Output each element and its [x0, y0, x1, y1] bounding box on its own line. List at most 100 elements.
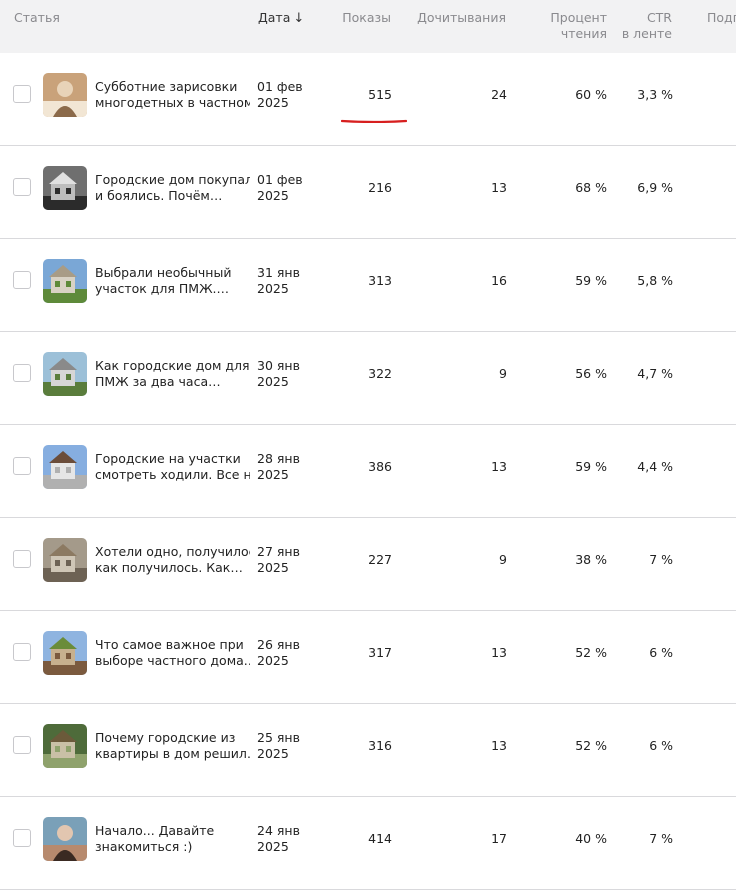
- table-row[interactable]: Субботние зарисовки многодетных в частно…: [0, 53, 736, 146]
- column-header-subscriptions[interactable]: Подп: [707, 10, 736, 26]
- article-title[interactable]: Что самое важное при выборе частного дом…: [95, 637, 250, 669]
- article-date: 01 фев 2025: [257, 79, 303, 111]
- column-header-date[interactable]: Дата ↓: [258, 10, 304, 27]
- article-date-day: 24 янв: [257, 823, 300, 838]
- article-date-year: 2025: [257, 560, 289, 575]
- read-percent-value: 60 %: [575, 87, 607, 102]
- read-through-value: 9: [499, 552, 507, 567]
- column-header-ctr-line1: CTR: [646, 10, 672, 25]
- house-icon[interactable]: [43, 538, 87, 582]
- article-date-day: 26 янв: [257, 637, 300, 652]
- article-title[interactable]: Почему городские из квартиры в дом решил…: [95, 730, 250, 762]
- views-value: 515: [368, 87, 392, 102]
- article-title-line2: знакомиться :): [95, 839, 193, 854]
- article-title-line2: смотреть ходили. Все н…: [95, 467, 250, 482]
- row-checkbox[interactable]: [13, 550, 31, 568]
- row-checkbox[interactable]: [13, 271, 31, 289]
- column-header-read-through[interactable]: Дочитывания: [405, 10, 506, 26]
- ctr-value: 6,9 %: [637, 180, 673, 195]
- article-date-day: 31 янв: [257, 265, 300, 280]
- read-percent-value: 52 %: [575, 645, 607, 660]
- article-title-line2: участок для ПМЖ.…: [95, 281, 230, 296]
- column-header-ctr[interactable]: CTR в ленте: [600, 10, 672, 42]
- article-title-line1: Субботние зарисовки: [95, 79, 238, 94]
- article-title[interactable]: Хотели одно, получилось как получилось. …: [95, 544, 250, 576]
- read-through-value: 16: [491, 273, 507, 288]
- article-title-line2: квартиры в дом решил…: [95, 746, 250, 761]
- ctr-value: 7 %: [649, 831, 673, 846]
- column-header-read-percent[interactable]: Процент чтения: [530, 10, 607, 42]
- table-row[interactable]: Городские на участки смотреть ходили. Вс…: [0, 425, 736, 518]
- ctr-value: 5,8 %: [637, 273, 673, 288]
- article-title-line1: Как городские дом для: [95, 358, 250, 373]
- views-value: 322: [368, 366, 392, 381]
- house-icon[interactable]: [43, 724, 87, 768]
- ctr-value: 4,7 %: [637, 366, 673, 381]
- ctr-value: 6 %: [649, 645, 673, 660]
- ctr-value: 3,3 %: [637, 87, 673, 102]
- read-percent-value: 38 %: [575, 552, 607, 567]
- column-header-ctr-line2: в ленте: [621, 26, 672, 41]
- article-title-line2: ПМЖ за два часа…: [95, 374, 221, 389]
- table-row[interactable]: Хотели одно, получилось как получилось. …: [0, 518, 736, 611]
- read-percent-value: 59 %: [575, 273, 607, 288]
- article-date: 24 янв 2025: [257, 823, 300, 855]
- article-date-year: 2025: [257, 374, 289, 389]
- row-checkbox[interactable]: [13, 85, 31, 103]
- article-title-line1: Городские дом покупали: [95, 172, 250, 187]
- column-header-views[interactable]: Показы: [332, 10, 391, 26]
- table-row[interactable]: Городские дом покупали и боялись. Почём……: [0, 146, 736, 239]
- table-row[interactable]: Что самое важное при выборе частного дом…: [0, 611, 736, 704]
- article-date-day: 30 янв: [257, 358, 300, 373]
- table-header: Статья Дата ↓ Показы Дочитывания Процент …: [0, 0, 736, 53]
- article-date-day: 01 фев: [257, 172, 303, 187]
- house-icon[interactable]: [43, 166, 87, 210]
- row-checkbox[interactable]: [13, 643, 31, 661]
- article-title[interactable]: Как городские дом для ПМЖ за два часа…: [95, 358, 250, 390]
- column-header-date-label: Дата: [258, 10, 291, 25]
- views-value: 386: [368, 459, 392, 474]
- row-checkbox[interactable]: [13, 736, 31, 754]
- read-through-value: 24: [491, 87, 507, 102]
- ctr-value: 7 %: [649, 552, 673, 567]
- read-through-value: 13: [491, 459, 507, 474]
- column-header-read-percent-line1: Процент: [550, 10, 607, 25]
- row-checkbox[interactable]: [13, 457, 31, 475]
- house-icon[interactable]: [43, 631, 87, 675]
- house-icon[interactable]: [43, 259, 87, 303]
- table-row[interactable]: Начало... Давайте знакомиться :) 24 янв …: [0, 797, 736, 890]
- table-row[interactable]: Выбрали необычный участок для ПМЖ.… 31 я…: [0, 239, 736, 332]
- table-row[interactable]: Почему городские из квартиры в дом решил…: [0, 704, 736, 797]
- column-header-article[interactable]: Статья: [14, 10, 60, 26]
- article-date-year: 2025: [257, 746, 289, 761]
- article-title[interactable]: Выбрали необычный участок для ПМЖ.…: [95, 265, 250, 297]
- read-percent-value: 56 %: [575, 366, 607, 381]
- article-date: 01 фев 2025: [257, 172, 303, 204]
- house-icon[interactable]: [43, 352, 87, 396]
- portrait-icon[interactable]: [43, 817, 87, 861]
- article-title[interactable]: Начало... Давайте знакомиться :): [95, 823, 250, 855]
- row-checkbox[interactable]: [13, 178, 31, 196]
- read-through-value: 13: [491, 180, 507, 195]
- article-title-line1: Выбрали необычный: [95, 265, 232, 280]
- article-date: 31 янв 2025: [257, 265, 300, 297]
- article-title-line2: многодетных в частном…: [95, 95, 250, 110]
- table-row[interactable]: Как городские дом для ПМЖ за два часа… 3…: [0, 332, 736, 425]
- views-value: 313: [368, 273, 392, 288]
- article-title-line2: и боялись. Почём…: [95, 188, 223, 203]
- ctr-value: 6 %: [649, 738, 673, 753]
- row-checkbox[interactable]: [13, 829, 31, 847]
- portrait-icon[interactable]: [43, 73, 87, 117]
- read-through-value: 13: [491, 738, 507, 753]
- article-date: 28 янв 2025: [257, 451, 300, 483]
- article-title[interactable]: Городские на участки смотреть ходили. Вс…: [95, 451, 250, 483]
- house-icon[interactable]: [43, 445, 87, 489]
- row-checkbox[interactable]: [13, 364, 31, 382]
- article-title-line1: Городские на участки: [95, 451, 241, 466]
- article-title-line2: как получилось. Как…: [95, 560, 243, 575]
- sort-down-arrow-icon: ↓: [293, 11, 305, 26]
- article-title[interactable]: Субботние зарисовки многодетных в частно…: [95, 79, 250, 111]
- highlight-underline: [341, 119, 407, 123]
- views-value: 316: [368, 738, 392, 753]
- article-title[interactable]: Городские дом покупали и боялись. Почём…: [95, 172, 250, 204]
